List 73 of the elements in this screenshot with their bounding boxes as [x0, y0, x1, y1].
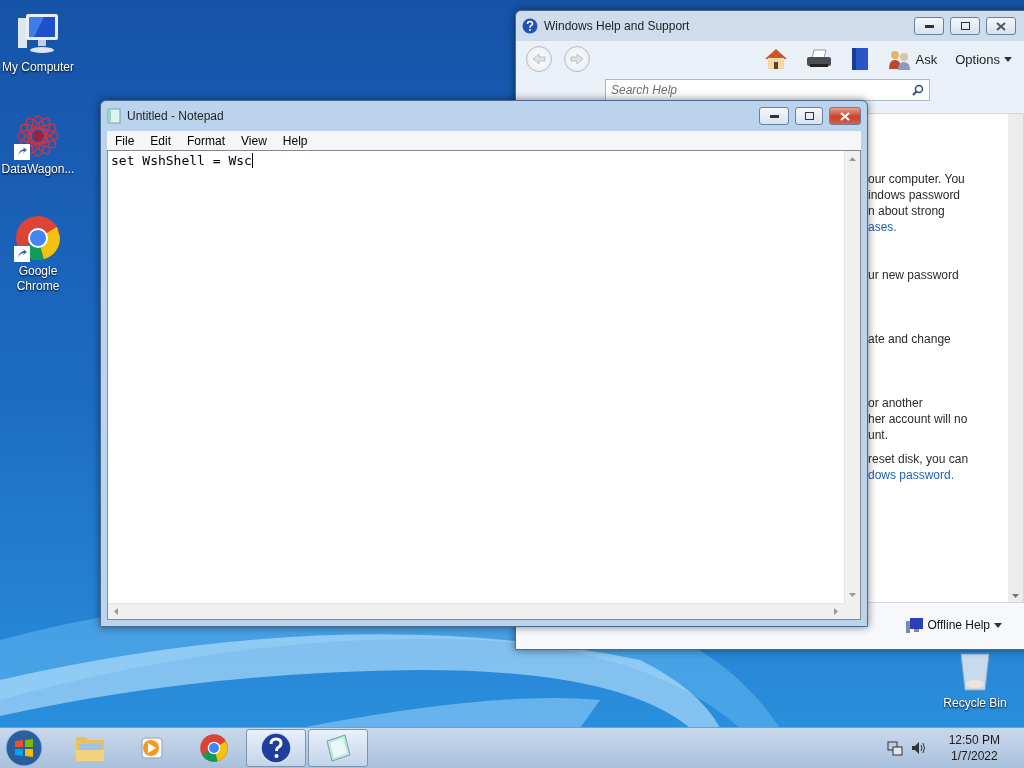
- menu-item[interactable]: File: [107, 133, 143, 148]
- start-button[interactable]: [4, 728, 44, 768]
- help-text-line: ate and change: [868, 331, 952, 347]
- help-text-line: her account will no: [868, 411, 969, 427]
- computer-icon: [905, 617, 924, 633]
- caret-icon: [1004, 56, 1012, 62]
- close-icon: [996, 21, 1006, 31]
- search-field[interactable]: Search Help: [605, 79, 930, 101]
- notepad-icon: [323, 733, 353, 763]
- menu-item[interactable]: Help: [274, 133, 316, 148]
- scroll-up-icon: [849, 157, 856, 161]
- scroll-down-icon: [1012, 594, 1019, 598]
- scroll-down-icon: [849, 593, 856, 597]
- speaker-icon[interactable]: [910, 740, 927, 756]
- ask-button[interactable]: Ask: [887, 47, 938, 71]
- printer-icon: [805, 49, 832, 69]
- clock-date[interactable]: 1/7/2022: [950, 748, 998, 764]
- desktop-icon-label: Recycle Bin: [943, 696, 1007, 711]
- options-menu[interactable]: Options: [955, 51, 1012, 67]
- close-button[interactable]: [829, 107, 861, 125]
- windows-logo-icon: [5, 729, 43, 767]
- home-button[interactable]: [763, 48, 788, 70]
- minimize-icon: [769, 114, 779, 118]
- desktop-icon-label: Google Chrome: [15, 264, 61, 294]
- scroll-left-icon: [114, 608, 118, 615]
- help-icon: [522, 18, 538, 34]
- help-text-line: our computer. You: [868, 171, 966, 187]
- help-text-line: or another: [868, 395, 924, 411]
- book-icon: [849, 47, 870, 71]
- window-title: Untitled - Notepad: [127, 109, 225, 123]
- media-player-icon: [138, 734, 166, 762]
- help-text-line: n about strong: [868, 203, 946, 219]
- menu-item[interactable]: View: [233, 133, 275, 148]
- help-text-line: ur new password: [868, 267, 960, 283]
- offline-help-menu[interactable]: Offline Help: [905, 617, 1002, 633]
- forward-arrow-icon: [570, 53, 584, 65]
- close-button[interactable]: [986, 17, 1016, 35]
- menu-item[interactable]: Format: [179, 133, 234, 148]
- help-link[interactable]: ases.: [868, 219, 1008, 235]
- search-icon: [912, 84, 924, 96]
- scrollbar[interactable]: [1008, 114, 1023, 602]
- desktop-icon-label: My Computer: [2, 60, 74, 75]
- maximize-button[interactable]: [950, 17, 980, 35]
- close-icon: [840, 111, 850, 121]
- scroll-right-icon: [834, 608, 838, 615]
- network-icon[interactable]: [886, 740, 903, 756]
- help-text-line: unt.: [868, 427, 889, 443]
- house-icon: [763, 48, 788, 70]
- maximize-icon: [960, 22, 970, 30]
- minimize-icon: [924, 24, 934, 28]
- help-text-line: indows password: [868, 187, 962, 203]
- minimize-button[interactable]: [914, 17, 944, 35]
- help-link[interactable]: dows password.: [868, 467, 1008, 483]
- print-button[interactable]: [805, 49, 832, 69]
- back-arrow-icon: [532, 53, 546, 65]
- horizontal-scrollbar[interactable]: [108, 603, 844, 619]
- window-title: Windows Help and Support: [544, 19, 691, 33]
- menu-item[interactable]: Edit: [142, 133, 180, 148]
- clock-time[interactable]: 12:50 PM: [948, 732, 1000, 748]
- starburst-icon: [14, 112, 62, 160]
- caret-icon: [994, 622, 1002, 628]
- taskbar-button[interactable]: [246, 729, 306, 767]
- minimize-button[interactable]: [759, 107, 789, 125]
- document-text[interactable]: set WshShell = Wsc: [111, 153, 252, 168]
- maximize-button[interactable]: [795, 107, 823, 125]
- maximize-icon: [804, 112, 814, 120]
- chrome-icon: [199, 733, 229, 763]
- help-icon: [260, 732, 292, 764]
- help-text-line: reset disk, you can: [868, 451, 970, 467]
- browse-help-button[interactable]: [849, 47, 870, 71]
- notepad-icon: [107, 108, 121, 124]
- vertical-scrollbar[interactable]: [844, 151, 860, 603]
- desktop-icon-label: DataWagon...: [1, 162, 75, 177]
